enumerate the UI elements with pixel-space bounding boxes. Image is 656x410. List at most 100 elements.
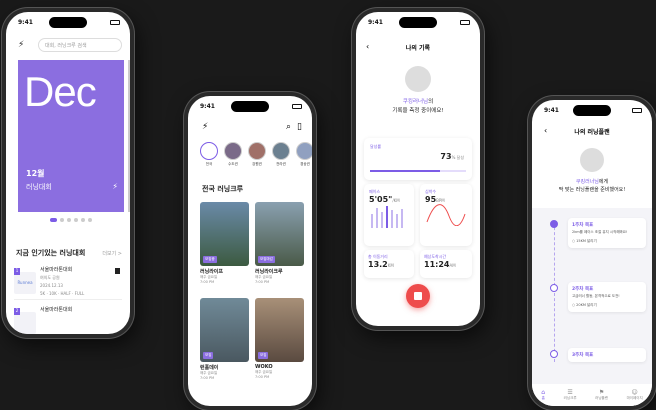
event-title: 서울마라톤대회 <box>40 267 73 273</box>
status-message: 쿠킹러너님의 기록을 측정 중이에요! <box>356 98 480 116</box>
carousel-dot[interactable] <box>81 218 85 222</box>
plan-desc: 고급러너 활동, 본격적으로 도전! <box>572 294 620 298</box>
crew-card[interactable]: 모집 런홀데이 매주 금요일 7:00 PM <box>200 298 249 388</box>
battery-icon <box>632 108 642 113</box>
tab-label: 마이페이지 <box>626 396 643 400</box>
plan-check[interactable]: ○ 20KM 달리기 <box>572 303 642 308</box>
next-banner[interactable] <box>128 60 130 212</box>
record-screen: 9:41 ‹ 나의 기록 쿠킹러너님의 기록을 측정 중이에요! 달성률 73%… <box>356 12 480 326</box>
bookmark-icon[interactable] <box>115 268 120 274</box>
region-chip[interactable]: 전라권 <box>272 142 290 167</box>
status-badge: 모집마감 <box>258 256 275 263</box>
crew-card[interactable]: 모집중 러닝라이프 매주 금요일 7:00 PM <box>200 202 249 292</box>
crew-name: 런홀데이 <box>200 365 219 371</box>
stop-button[interactable] <box>406 284 430 308</box>
crew-name: 러닝라이프 <box>200 269 224 275</box>
status-bar: 9:41 <box>200 101 302 112</box>
more-link[interactable]: 더보기 > <box>102 250 122 257</box>
home-icon: ⌂ <box>541 389 546 396</box>
timeline-node <box>550 220 558 228</box>
tab-home[interactable]: ⌂ 홈 <box>541 389 545 401</box>
region-chip[interactable]: 전국 <box>200 142 218 167</box>
status-time: 9:41 <box>544 107 559 114</box>
tab-mypage[interactable]: ☺ 마이페이지 <box>627 389 643 401</box>
plan-week: 3주차 목표 <box>572 353 594 358</box>
tab-label: 홈 <box>541 396 545 400</box>
app-logo-icon[interactable]: ⚡ <box>202 122 208 132</box>
event-location: 여의도 공원 <box>40 275 60 280</box>
crew-time: 7:00 PM <box>255 280 270 284</box>
status-bar: 9:41 <box>368 17 470 28</box>
status-time: 9:41 <box>18 19 33 26</box>
status-bar: 9:41 <box>544 105 642 116</box>
heart-wave <box>426 204 466 227</box>
pace-unit: /KM <box>392 198 400 203</box>
carousel-dot[interactable] <box>50 218 57 222</box>
crew-card[interactable]: 모집마감 러닝라이크루 매주 금요일 7:00 PM <box>255 202 304 292</box>
arrival-card: 예상도착시간 11:24AM <box>420 250 472 278</box>
phone-plan: 9:41 ‹ 나의 러닝플랜 쿠킹러너님에게 딱 맞는 러닝플랜을 준비했어요!… <box>528 96 656 410</box>
battery-icon <box>292 104 302 109</box>
region-label: 강원권 <box>252 162 262 166</box>
distance-card: 총 이동거리 13.2KM <box>364 250 414 278</box>
carousel-dot[interactable] <box>88 218 92 222</box>
section-title: 전국 러닝크루 <box>202 185 244 193</box>
region-label: 전라권 <box>276 162 286 166</box>
app-logo-icon[interactable]: ⚡ <box>18 40 24 50</box>
brand-icon: ⚡ <box>112 182 118 191</box>
status-badge: 모집중 <box>203 256 217 263</box>
crew-card[interactable]: 모집 WOKO 매주 금요일 7:00 PM <box>255 298 304 388</box>
region-image <box>224 142 242 160</box>
timeline-node <box>550 350 558 358</box>
plan-check[interactable]: ○ 15KM 달리기 <box>572 239 642 244</box>
region-label: 경상권 <box>300 162 310 166</box>
user-icon: ☺ <box>631 389 638 396</box>
region-image <box>296 142 312 160</box>
region-label: 수도권 <box>228 162 238 166</box>
region-chip[interactable]: 경상권 <box>296 142 312 167</box>
carousel-dot[interactable] <box>74 218 78 222</box>
search-input[interactable]: 대회, 러닝크루 검색 <box>38 38 122 52</box>
bookmark-icon[interactable]: ▯ <box>297 122 302 132</box>
plan-timeline: 1주차 목표 2km를 페이스 조절 유지 시작해봐요! ○ 15KM 달리기 … <box>532 208 652 406</box>
region-chip[interactable]: 수도권 <box>224 142 242 167</box>
plan-card[interactable]: 2주차 목표 고급러너 활동, 본격적으로 도전! ○ 20KM 달리기 <box>568 282 646 312</box>
crew-photo: 모집중 <box>200 202 249 266</box>
region-image <box>248 142 266 160</box>
plan-check-label: 15KM 달리기 <box>576 239 597 243</box>
distance-unit: KM <box>387 263 394 268</box>
arrival-unit: AM <box>449 263 456 268</box>
achievement-card: 달성률 73% 달성 <box>364 138 472 180</box>
carousel-dots[interactable] <box>50 218 92 222</box>
status-badge: 모집 <box>203 352 214 359</box>
plan-screen: 9:41 ‹ 나의 러닝플랜 쿠킹러너님에게 딱 맞는 러닝플랜을 준비했어요!… <box>532 100 652 406</box>
message-text: 기록을 측정 중이에요! <box>392 108 444 114</box>
search-icon[interactable]: ⌕ <box>286 122 291 132</box>
flag-icon: ⚑ <box>598 389 605 396</box>
avatar <box>405 66 431 92</box>
page-title: 나의 러닝플랜 <box>574 129 610 136</box>
achievement-label: 달성률 <box>370 144 382 149</box>
list-item[interactable]: Runnea 1 서울마라톤대회 여의도 공원 2024.12.13 5K · … <box>14 264 122 300</box>
plan-card[interactable]: 1주차 목표 2km를 페이스 조절 유지 시작해봐요! ○ 15KM 달리기 <box>568 218 646 248</box>
event-banner[interactable]: Dec 12월 러닝대회 ⚡ <box>18 60 124 212</box>
carousel-dot[interactable] <box>60 218 64 222</box>
heart-rate-card: 심박수 95BPM <box>420 184 472 246</box>
list-item[interactable]: 2 서울마라톤대회 <box>14 304 122 334</box>
crew-photo: 모집 <box>255 298 304 362</box>
bottom-tab-bar: ⌂ 홈 ☰ 러닝크루 ⚑ 러닝플랜 ☺ 마이페이지 <box>532 384 652 406</box>
tab-plan[interactable]: ⚑ 러닝플랜 <box>595 389 608 401</box>
region-chip[interactable]: 강원권 <box>248 142 266 167</box>
plan-card[interactable]: 3주차 목표 <box>568 348 646 362</box>
carousel-dot[interactable] <box>67 218 71 222</box>
event-title: 서울마라톤대회 <box>40 307 73 313</box>
location-pin-icon <box>200 142 218 160</box>
tab-crew[interactable]: ☰ 러닝크루 <box>564 389 577 401</box>
heart-unit: BPM <box>436 198 445 203</box>
achievement-unit: % 달성 <box>451 155 464 160</box>
battery-icon <box>460 20 470 25</box>
heart-value: 95 <box>425 195 437 204</box>
crew-name: 러닝라이크루 <box>255 269 283 275</box>
timeline-node <box>550 284 558 292</box>
event-thumbnail: Runnea <box>14 272 36 294</box>
